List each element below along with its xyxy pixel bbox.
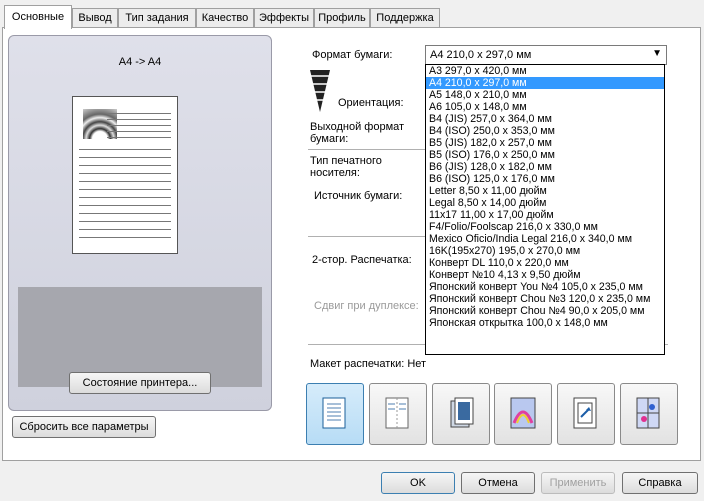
multi-page-icon xyxy=(385,397,409,429)
tab-basic[interactable]: Основные xyxy=(4,5,72,29)
paper-format-select[interactable]: A4 210,0 x 297,0 мм ▼ xyxy=(425,45,667,65)
paper-format-option[interactable]: A6 105,0 x 148,0 мм xyxy=(426,101,664,113)
paper-format-option[interactable]: 16K(195x270) 195,0 x 270,0 мм xyxy=(426,245,664,257)
preview-title: A4 -> A4 xyxy=(118,56,162,68)
tile-icon xyxy=(636,397,660,429)
layout-label: Макет распечатки: Нет xyxy=(310,358,427,370)
paper-source-label: Источник бумаги: xyxy=(314,190,403,202)
output-format-label-2: бумаги: xyxy=(310,133,349,145)
cancel-button[interactable]: Отмена xyxy=(461,472,535,494)
layout-multi-page-button[interactable] xyxy=(369,383,427,445)
divider xyxy=(308,149,426,150)
paper-format-option[interactable]: B4 (ISO) 250,0 x 353,0 мм xyxy=(426,125,664,137)
tab-job-type[interactable]: Тип задания xyxy=(118,8,196,27)
paper-format-option[interactable]: A3 297,0 x 420,0 мм xyxy=(426,65,664,77)
reset-all-button[interactable]: Сбросить все параметры xyxy=(12,416,156,438)
paper-preview-image xyxy=(72,96,178,254)
help-button[interactable]: Справка xyxy=(622,472,698,494)
paper-format-option[interactable]: Японский конверт Chou №3 120,0 x 235,0 м… xyxy=(426,293,664,305)
tab-profile[interactable]: Профиль xyxy=(314,8,370,27)
tab-quality[interactable]: Качество xyxy=(196,8,254,27)
duplex-shift-label: Сдвиг при дуплексе: xyxy=(314,300,419,312)
paper-format-option[interactable]: A5 148,0 x 210,0 мм xyxy=(426,89,664,101)
paper-format-option[interactable]: A4 210,0 x 297,0 мм xyxy=(426,77,664,89)
divider xyxy=(308,236,426,237)
output-format-label-1: Выходной формат xyxy=(310,121,405,133)
chevron-down-icon[interactable]: ▼ xyxy=(652,48,662,59)
paper-format-option[interactable]: B4 (JIS) 257,0 x 364,0 мм xyxy=(426,113,664,125)
booklet-icon xyxy=(450,397,474,428)
poster-icon xyxy=(510,397,536,429)
orientation-label: Ориентация: xyxy=(338,97,404,109)
paper-format-label: Формат бумаги: xyxy=(312,49,393,61)
tab-output[interactable]: Вывод xyxy=(72,8,118,27)
media-type-label-2: носителя: xyxy=(310,167,360,179)
tab-effects[interactable]: Эффекты xyxy=(254,8,314,27)
paper-format-value: A4 210,0 x 297,0 мм xyxy=(430,49,532,61)
paper-format-option[interactable]: 11x17 11,00 x 17,00 дюйм xyxy=(426,209,664,221)
paper-format-option[interactable]: Японский конверт You №4 105,0 x 235,0 мм xyxy=(426,281,664,293)
paper-format-option[interactable]: Конверт №10 4,13 x 9,50 дюйм xyxy=(426,269,664,281)
printer-status-button[interactable]: Состояние принтера... xyxy=(69,372,211,394)
paper-format-option[interactable]: B5 (JIS) 182,0 x 257,0 мм xyxy=(426,137,664,149)
layout-tile-button[interactable] xyxy=(620,383,678,445)
paper-format-option[interactable]: Японский конверт Chou №4 90,0 x 205,0 мм xyxy=(426,305,664,317)
paper-format-option[interactable]: B6 (JIS) 128,0 x 182,0 мм xyxy=(426,161,664,173)
layout-poster-button[interactable] xyxy=(494,383,552,445)
paper-format-option[interactable]: F4/Folio/Foolscap 216,0 x 330,0 мм xyxy=(426,221,664,233)
tab-bar: Основные Вывод Тип задания Качество Эффе… xyxy=(0,0,704,30)
paper-format-option[interactable]: Конверт DL 110,0 x 220,0 мм xyxy=(426,257,664,269)
media-type-label-1: Тип печатного xyxy=(310,155,382,167)
paper-format-option[interactable]: Mexico Oficio/India Legal 216,0 x 340,0 … xyxy=(426,233,664,245)
layout-booklet-button[interactable] xyxy=(432,383,490,445)
paper-format-option[interactable]: B5 (ISO) 176,0 x 250,0 мм xyxy=(426,149,664,161)
tab-support[interactable]: Поддержка xyxy=(370,8,440,27)
ok-button[interactable]: OK xyxy=(381,472,455,494)
layout-normal-button[interactable] xyxy=(306,383,364,445)
paper-format-option[interactable]: Letter 8,50 x 11,00 дюйм xyxy=(426,185,664,197)
paper-format-option[interactable]: Legal 8,50 x 14,00 дюйм xyxy=(426,197,664,209)
page-icon xyxy=(322,397,346,429)
duplex-label: 2-стор. Распечатка: xyxy=(312,254,412,266)
paper-format-option[interactable]: Японская открытка 100,0 x 148,0 мм xyxy=(426,317,664,329)
scale-icon xyxy=(573,397,597,429)
paper-format-option[interactable]: B6 (ISO) 125,0 x 176,0 мм xyxy=(426,173,664,185)
paper-stack-icon xyxy=(310,70,330,112)
paper-format-dropdown-list[interactable]: A3 297,0 x 420,0 мм A4 210,0 x 297,0 мм A5… xyxy=(425,64,665,355)
apply-button[interactable]: Применить xyxy=(541,472,615,494)
layout-scale-button[interactable] xyxy=(557,383,615,445)
